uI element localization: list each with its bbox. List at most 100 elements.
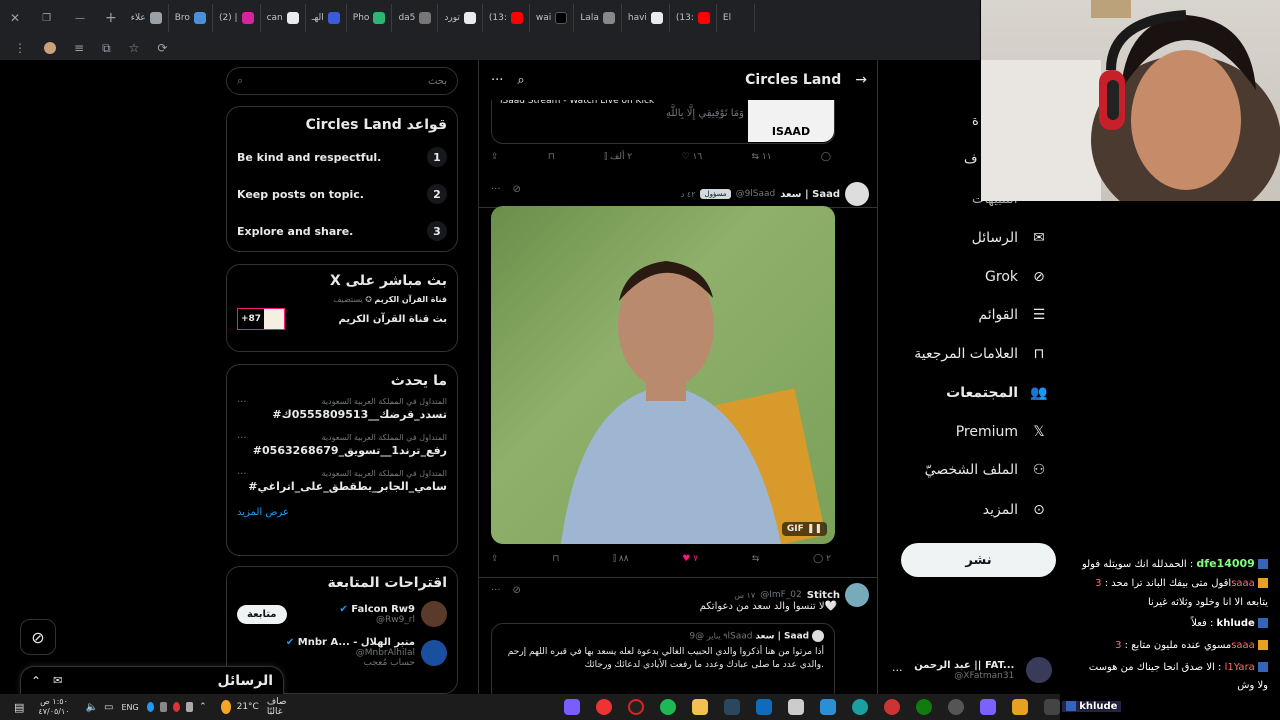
browser-tab[interactable]: Bro	[169, 4, 213, 32]
profile-avatar-icon[interactable]	[44, 42, 56, 54]
tray-icon[interactable]	[146, 702, 154, 712]
app-icon[interactable]	[1011, 699, 1028, 715]
steam-icon[interactable]	[723, 699, 740, 715]
browser-tab[interactable]: الهـ	[306, 4, 347, 32]
repost-button[interactable]: ⇆	[752, 554, 760, 564]
spotify-icon[interactable]	[659, 699, 676, 715]
browser-tab[interactable]: علاء	[125, 4, 169, 32]
calculator-icon[interactable]	[787, 699, 804, 715]
close-window-icon[interactable]: ✕	[0, 11, 30, 25]
trend-item[interactable]: ··· المتداول في المملكة العربية السعودية…	[237, 397, 447, 421]
suggestion-item[interactable]: . ✔ Mnbr A... - منبر الهلال @MnbrAlhilal…	[237, 637, 447, 668]
share-icon[interactable]: ⇪	[491, 554, 499, 564]
reply-button[interactable]: ◯	[821, 152, 831, 162]
more-dots-icon[interactable]: ···	[237, 469, 247, 480]
network-icon[interactable]: ▭	[104, 702, 113, 713]
bookmark-star-icon[interactable]: ☆	[129, 41, 140, 55]
volume-icon[interactable]: 🔈	[86, 702, 98, 713]
browser-tab[interactable]: (2) |	[213, 4, 261, 32]
gif-controls[interactable]: GIF ❚❚	[781, 522, 827, 536]
nav-more[interactable]: المزيد ⊙	[983, 501, 1048, 519]
like-button[interactable]: ♥ ٧	[682, 554, 698, 564]
chevron-up-icon[interactable]: ⌃	[199, 702, 207, 712]
post-button[interactable]: نشر	[901, 543, 1056, 577]
clock[interactable]: ١:٥٠ ص ٤٧/٠٥/١٠	[38, 697, 69, 717]
more-dots-icon[interactable]: ···	[491, 73, 503, 88]
weather-icon[interactable]	[220, 700, 231, 714]
nav-profile[interactable]: الملف الشخصيّ ⚇	[925, 461, 1048, 479]
expand-icon[interactable]: ⌃	[31, 674, 41, 688]
post[interactable]: ١٧ س @ImF_02 Stitch ··· ⊘ لا تنسوا والد …	[479, 579, 877, 694]
trend-item[interactable]: ··· المتداول في المملكة العربية السعودية…	[237, 469, 447, 493]
vscode-icon[interactable]	[819, 699, 836, 715]
gif-media[interactable]: GIF ❚❚	[491, 206, 835, 544]
grok-icon[interactable]: ⊘	[513, 184, 521, 195]
more-dots-icon[interactable]: ···	[892, 664, 903, 677]
browser-tab[interactable]: تورد	[438, 4, 483, 32]
suggestion-item[interactable]: متابعة ✔ Falcon Rw9 @Rw9_rl	[237, 601, 447, 627]
bookmark-icon[interactable]: ⊓	[552, 554, 559, 564]
obs-icon[interactable]	[627, 699, 644, 715]
reload-icon[interactable]: ⟳	[157, 41, 167, 55]
like-button[interactable]: ♡ ١٦	[682, 152, 703, 162]
pause-icon[interactable]: ❚❚	[807, 524, 822, 534]
quoted-post[interactable]: ٩ يناير @9lSaad سعد | Saad أذا مرتوا من …	[491, 623, 835, 694]
more-dots-icon[interactable]: ···	[491, 184, 501, 195]
outlook-icon[interactable]	[755, 699, 772, 715]
extensions-icon[interactable]: ⧉	[102, 41, 111, 56]
edge-icon[interactable]	[851, 699, 868, 715]
account-switcher[interactable]: ··· عبد الرحمن || FAT... @XFatman31	[892, 654, 1052, 686]
bookmark-icon[interactable]: ⊓	[548, 152, 555, 162]
more-dots-icon[interactable]: ···	[237, 433, 247, 444]
menu-dots-icon[interactable]: ⋮	[14, 41, 26, 55]
browser-tab[interactable]: Lala	[574, 4, 622, 32]
share-icon[interactable]: ⇪	[491, 152, 499, 162]
search-icon[interactable]: ⌕	[517, 73, 524, 88]
search-box[interactable]: ⌕	[226, 67, 458, 95]
settings-icon[interactable]	[947, 699, 964, 715]
views-count[interactable]: ⫿ ٨٨	[613, 554, 628, 564]
app-icon[interactable]	[883, 699, 900, 715]
tray-icon[interactable]	[172, 702, 181, 712]
messages-drawer[interactable]: ⌃ ✉ الرسائل	[20, 666, 284, 696]
grok-float-button[interactable]: ⊘	[20, 619, 56, 655]
follow-button[interactable]: متابعة	[237, 604, 287, 624]
show-more-link[interactable]: عرض المزيد	[237, 507, 447, 518]
more-dots-icon[interactable]: ···	[491, 585, 501, 596]
post[interactable]: ٤٢ د مسؤول @9lSaad سعد | Saad ··· ⊘ GIF …	[479, 178, 877, 578]
minimize-icon[interactable]: —	[63, 13, 97, 24]
new-tab-icon[interactable]: +	[97, 10, 125, 26]
browser-tab[interactable]: El	[717, 4, 755, 32]
browser-tab[interactable]: wai	[530, 4, 575, 32]
views-count[interactable]: ⫿ ٢ ألف	[604, 152, 632, 162]
search-input[interactable]	[257, 75, 447, 87]
nav-messages[interactable]: الرسائل ✉	[972, 229, 1048, 247]
more-dots-icon[interactable]: ···	[237, 397, 247, 408]
file-explorer-icon[interactable]	[691, 699, 708, 715]
app-icon[interactable]	[1043, 699, 1060, 715]
browser-tab[interactable]: (13:	[483, 4, 530, 32]
tray-icon[interactable]	[186, 702, 194, 712]
grok-icon[interactable]: ⊘	[513, 585, 521, 596]
chrome-icon[interactable]	[595, 699, 612, 715]
nav-grok[interactable]: Grok ⊘	[985, 268, 1048, 286]
app-icon[interactable]	[979, 699, 996, 715]
language-indicator[interactable]: ENG	[121, 703, 138, 712]
reply-button[interactable]: ◯ ٢	[813, 554, 831, 564]
tray-icon[interactable]	[159, 702, 167, 712]
nav-premium[interactable]: Premium 𝕏	[956, 423, 1048, 441]
browser-tab[interactable]: (13:	[670, 4, 717, 32]
notifications-icon[interactable]: ▤	[14, 701, 24, 714]
nav-lists[interactable]: القوائم ☰	[978, 306, 1048, 324]
live-spaces-card[interactable]: X بث مباشر على قناة القرآن الكريم ✪ يستض…	[226, 264, 458, 352]
restore-icon[interactable]: ❐	[30, 13, 63, 24]
nav-partial-item[interactable]: ة	[972, 114, 979, 129]
browser-tab[interactable]: can	[261, 4, 306, 32]
repost-button[interactable]: ⇆ ١١	[752, 152, 772, 162]
xbox-icon[interactable]	[915, 699, 932, 715]
nav-partial-item[interactable]: ف	[964, 152, 977, 167]
nav-communities[interactable]: المجتمعات 👥	[946, 384, 1048, 402]
nav-bookmarks[interactable]: العلامات المرجعية ⊓	[914, 345, 1048, 363]
reading-list-icon[interactable]: ≡	[74, 41, 84, 55]
new-message-icon[interactable]: ✉	[53, 674, 62, 688]
